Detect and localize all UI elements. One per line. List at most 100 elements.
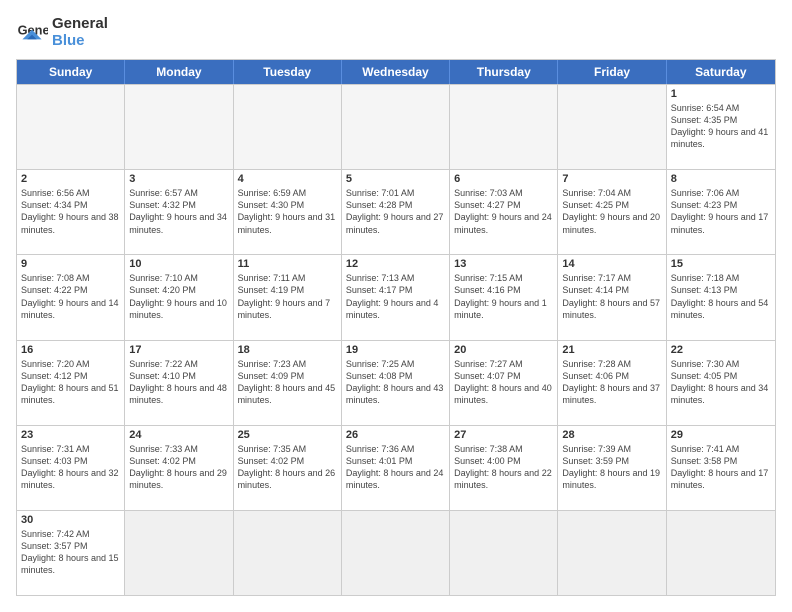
table-row: 23 Sunrise: 7:31 AM Sunset: 4:03 PM Dayli… xyxy=(17,426,125,510)
table-row: 9 Sunrise: 7:08 AM Sunset: 4:22 PM Daylig… xyxy=(17,255,125,339)
table-row xyxy=(234,511,342,595)
table-row: 13Sunrise: 7:15 AM Sunset: 4:16 PM Dayli… xyxy=(450,255,558,339)
day-number: 21 xyxy=(562,344,661,356)
day-number: 30 xyxy=(21,514,120,526)
table-row: 16 Sunrise: 7:20 AM Sunset: 4:12 PM Dayli… xyxy=(17,341,125,425)
day-info: Sunrise: 7:17 AM Sunset: 4:14 PM Dayligh… xyxy=(562,272,661,321)
header-friday: Friday xyxy=(558,60,666,84)
day-number: 13 xyxy=(454,258,553,270)
day-info: Sunrise: 7:33 AM Sunset: 4:02 PM Dayligh… xyxy=(129,443,228,492)
day-number: 15 xyxy=(671,258,771,270)
day-number: 19 xyxy=(346,344,445,356)
day-info: Sunrise: 7:41 AM Sunset: 3:58 PM Dayligh… xyxy=(671,443,771,492)
table-row: 17 Sunrise: 7:22 AM Sunset: 4:10 PM Dayli… xyxy=(125,341,233,425)
day-info: Sunrise: 7:06 AM Sunset: 4:23 PM Dayligh… xyxy=(671,187,771,236)
table-row xyxy=(234,85,342,169)
table-row: 28Sunrise: 7:39 AM Sunset: 3:59 PM Dayli… xyxy=(558,426,666,510)
day-number: 3 xyxy=(129,173,228,185)
table-row: 2 Sunrise: 6:56 AM Sunset: 4:34 PM Daylig… xyxy=(17,170,125,254)
day-info: Sunrise: 7:25 AM Sunset: 4:08 PM Dayligh… xyxy=(346,358,445,407)
table-row: 7 Sunrise: 7:04 AM Sunset: 4:25 PM Daylig… xyxy=(558,170,666,254)
day-info: Sunrise: 6:59 AM Sunset: 4:30 PM Dayligh… xyxy=(238,187,337,236)
day-info: Sunrise: 7:31 AM Sunset: 4:03 PM Dayligh… xyxy=(21,443,120,492)
day-number: 11 xyxy=(238,258,337,270)
table-row xyxy=(558,511,666,595)
table-row xyxy=(342,511,450,595)
table-row: 30 Sunrise: 7:42 AM Sunset: 3:57 PM Dayli… xyxy=(17,511,125,595)
table-row: 21 Sunrise: 7:28 AM Sunset: 4:06 PM Dayli… xyxy=(558,341,666,425)
day-info: Sunrise: 7:36 AM Sunset: 4:01 PM Dayligh… xyxy=(346,443,445,492)
page: General General Blue Sunday Monday Tuesd… xyxy=(0,0,792,612)
day-info: Sunrise: 7:18 AM Sunset: 4:13 PM Dayligh… xyxy=(671,272,771,321)
table-row: 8 Sunrise: 7:06 AM Sunset: 4:23 PM Daylig… xyxy=(667,170,775,254)
day-info: Sunrise: 7:23 AM Sunset: 4:09 PM Dayligh… xyxy=(238,358,337,407)
calendar-header: Sunday Monday Tuesday Wednesday Thursday… xyxy=(17,60,775,84)
day-info: Sunrise: 6:56 AM Sunset: 4:34 PM Dayligh… xyxy=(21,187,120,236)
day-info: Sunrise: 7:22 AM Sunset: 4:10 PM Dayligh… xyxy=(129,358,228,407)
calendar: Sunday Monday Tuesday Wednesday Thursday… xyxy=(16,59,776,596)
table-row: 4 Sunrise: 6:59 AM Sunset: 4:30 PM Daylig… xyxy=(234,170,342,254)
day-number: 2 xyxy=(21,173,120,185)
day-number: 24 xyxy=(129,429,228,441)
day-info: Sunrise: 7:42 AM Sunset: 3:57 PM Dayligh… xyxy=(21,528,120,577)
table-row xyxy=(667,511,775,595)
day-number: 27 xyxy=(454,429,553,441)
table-row: 1 Sunrise: 6:54 AM Sunset: 4:35 PM Daylig… xyxy=(667,85,775,169)
table-row: 29 Sunrise: 7:41 AM Sunset: 3:58 PM Dayli… xyxy=(667,426,775,510)
day-number: 8 xyxy=(671,173,771,185)
calendar-row: 16 Sunrise: 7:20 AM Sunset: 4:12 PM Dayli… xyxy=(17,340,775,425)
calendar-body: 1 Sunrise: 6:54 AM Sunset: 4:35 PM Daylig… xyxy=(17,84,775,595)
table-row: 18Sunrise: 7:23 AM Sunset: 4:09 PM Dayli… xyxy=(234,341,342,425)
day-number: 28 xyxy=(562,429,661,441)
table-row: 27Sunrise: 7:38 AM Sunset: 4:00 PM Dayli… xyxy=(450,426,558,510)
day-number: 4 xyxy=(238,173,337,185)
day-info: Sunrise: 7:04 AM Sunset: 4:25 PM Dayligh… xyxy=(562,187,661,236)
day-number: 23 xyxy=(21,429,120,441)
day-number: 1 xyxy=(671,88,771,100)
day-number: 16 xyxy=(21,344,120,356)
day-number: 17 xyxy=(129,344,228,356)
table-row: 12 Sunrise: 7:13 AM Sunset: 4:17 PM Dayli… xyxy=(342,255,450,339)
day-info: Sunrise: 7:28 AM Sunset: 4:06 PM Dayligh… xyxy=(562,358,661,407)
day-number: 22 xyxy=(671,344,771,356)
table-row: 5Sunrise: 7:01 AM Sunset: 4:28 PM Daylig… xyxy=(342,170,450,254)
day-info: Sunrise: 7:13 AM Sunset: 4:17 PM Dayligh… xyxy=(346,272,445,321)
day-number: 7 xyxy=(562,173,661,185)
table-row: 26Sunrise: 7:36 AM Sunset: 4:01 PM Dayli… xyxy=(342,426,450,510)
table-row: 10Sunrise: 7:10 AM Sunset: 4:20 PM Dayli… xyxy=(125,255,233,339)
logo-blue: Blue xyxy=(52,33,108,50)
table-row xyxy=(450,85,558,169)
day-info: Sunrise: 6:54 AM Sunset: 4:35 PM Dayligh… xyxy=(671,102,771,151)
header-sunday: Sunday xyxy=(17,60,125,84)
table-row: 24 Sunrise: 7:33 AM Sunset: 4:02 PM Dayli… xyxy=(125,426,233,510)
day-number: 10 xyxy=(129,258,228,270)
table-row xyxy=(342,85,450,169)
day-number: 6 xyxy=(454,173,553,185)
day-info: Sunrise: 7:08 AM Sunset: 4:22 PM Dayligh… xyxy=(21,272,120,321)
day-info: Sunrise: 6:57 AM Sunset: 4:32 PM Dayligh… xyxy=(129,187,228,236)
header-wednesday: Wednesday xyxy=(342,60,450,84)
day-info: Sunrise: 7:20 AM Sunset: 4:12 PM Dayligh… xyxy=(21,358,120,407)
logo-icon: General xyxy=(16,17,48,49)
table-row: 11Sunrise: 7:11 AM Sunset: 4:19 PM Dayli… xyxy=(234,255,342,339)
table-row xyxy=(17,85,125,169)
table-row xyxy=(558,85,666,169)
table-row: 25Sunrise: 7:35 AM Sunset: 4:02 PM Dayli… xyxy=(234,426,342,510)
header-tuesday: Tuesday xyxy=(234,60,342,84)
header: General General Blue xyxy=(16,16,776,49)
calendar-row: 1 Sunrise: 6:54 AM Sunset: 4:35 PM Daylig… xyxy=(17,84,775,169)
table-row: 3 Sunrise: 6:57 AM Sunset: 4:32 PM Daylig… xyxy=(125,170,233,254)
calendar-row: 2 Sunrise: 6:56 AM Sunset: 4:34 PM Daylig… xyxy=(17,169,775,254)
day-info: Sunrise: 7:35 AM Sunset: 4:02 PM Dayligh… xyxy=(238,443,337,492)
day-number: 9 xyxy=(21,258,120,270)
day-number: 14 xyxy=(562,258,661,270)
table-row xyxy=(450,511,558,595)
header-thursday: Thursday xyxy=(450,60,558,84)
table-row: 14 Sunrise: 7:17 AM Sunset: 4:14 PM Dayli… xyxy=(558,255,666,339)
day-number: 29 xyxy=(671,429,771,441)
day-number: 12 xyxy=(346,258,445,270)
day-info: Sunrise: 7:03 AM Sunset: 4:27 PM Dayligh… xyxy=(454,187,553,236)
day-info: Sunrise: 7:01 AM Sunset: 4:28 PM Dayligh… xyxy=(346,187,445,236)
header-saturday: Saturday xyxy=(667,60,775,84)
logo-general: General xyxy=(52,16,108,33)
